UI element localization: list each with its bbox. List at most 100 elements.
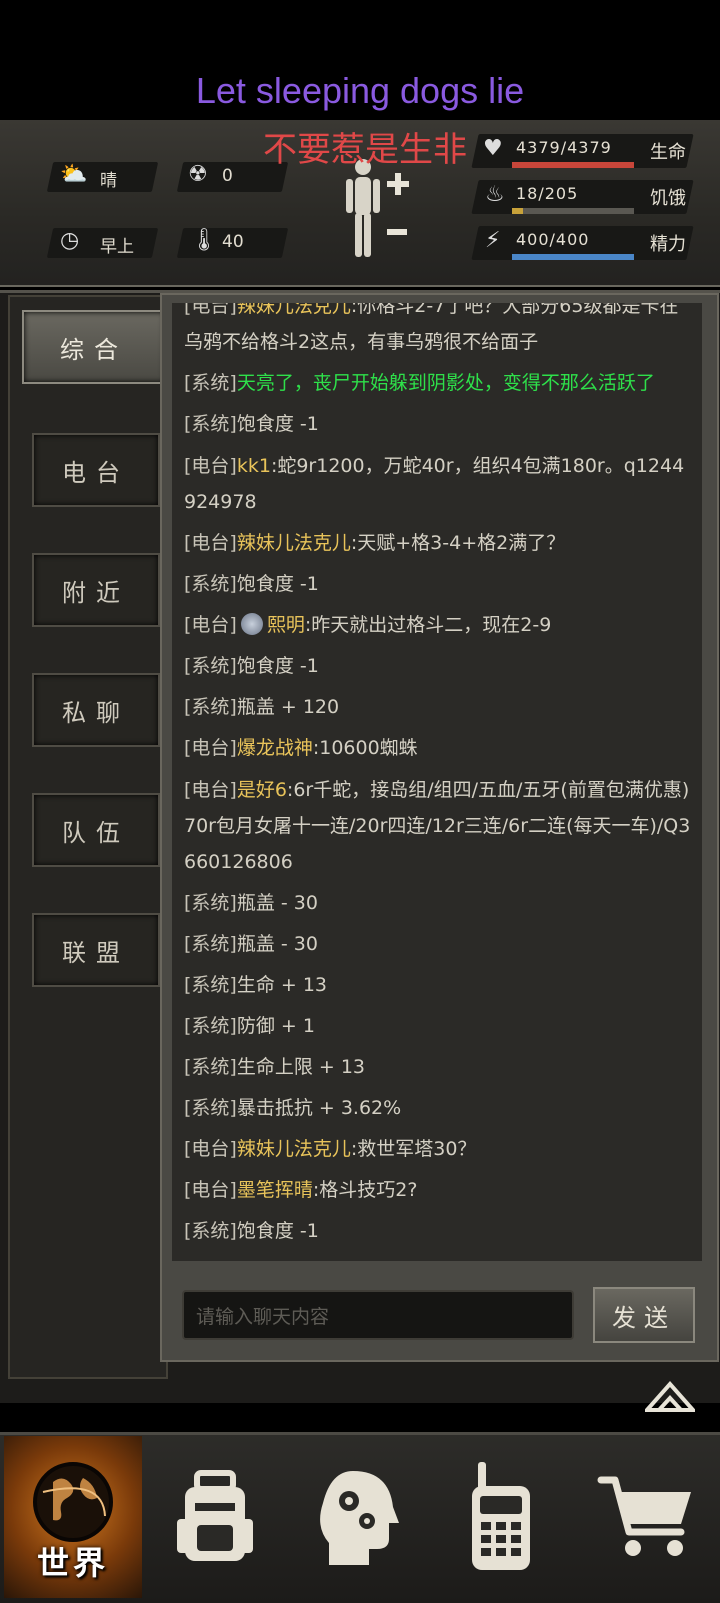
temperature-value: 40 (222, 232, 244, 252)
chat-message: [电台]爆龙战神:10600蜘蛛 (184, 728, 692, 769)
message-text: 天亮了，丧尸开始躲到阴影处，变得不那么活跃了 (236, 372, 655, 394)
message-channel-tag: [系统] (184, 372, 237, 394)
head-energy-icon: ⚡ (485, 228, 501, 253)
tab-nearby[interactable]: 附近 (32, 553, 160, 627)
message-channel-tag: [电台] (184, 455, 237, 477)
message-channel-tag: [电台] (184, 614, 237, 636)
message-sender[interactable]: 辣妹儿法克儿 (237, 303, 351, 317)
clock-icon: ◷ (60, 228, 80, 253)
chat-message: [系统]饱食度 -1 (184, 1211, 692, 1252)
message-channel-tag: [系统] (184, 1097, 237, 1119)
chat-message: [系统]暴击抵抗 + 3.62% (184, 1088, 692, 1129)
chat-message: [电台]是好6:6r千蛇，接岛组/组四/五血/五牙(前置包满优惠)70r包月女屠… (184, 769, 692, 883)
message-text: 饱食度 -1 (236, 573, 319, 595)
message-channel-tag: [系统] (184, 696, 237, 718)
caption-english: Let sleeping dogs lie (195, 70, 525, 111)
send-button[interactable]: 发送 (593, 1287, 695, 1343)
nav-shop[interactable] (578, 1436, 716, 1598)
message-channel-tag: [电台] (184, 303, 237, 317)
message-sender[interactable]: 墨笔挥晴 (237, 1179, 313, 1201)
message-channel-tag: [电台] (184, 532, 237, 554)
chat-message: [系统]瓶盖 - 30 (184, 883, 692, 924)
chat-log[interactable]: [电台]辣妹儿法克儿:你格斗2-7了吧？大部分65级都是卡在乌鸦不给格斗2这点，… (172, 303, 702, 1261)
message-text: :天赋+格3-4+格2满了？ (350, 532, 566, 554)
cart-icon (597, 1476, 691, 1556)
chat-message: [系统]饱食度 -1 (184, 564, 692, 605)
chat-message: [电台]辣妹儿法克儿:救世军塔30？ (184, 1129, 692, 1170)
message-text: 瓶盖 - 30 (236, 933, 318, 955)
nav-backpack[interactable] (146, 1436, 284, 1598)
message-channel-tag: [系统] (184, 573, 237, 595)
message-sender[interactable]: 辣妹儿法克儿 (237, 532, 351, 554)
message-text: :格斗技巧2? (312, 1179, 418, 1201)
chat-input[interactable]: 请输入聊天内容 (182, 1290, 574, 1340)
message-text: 饱食度 -1 (236, 413, 319, 435)
message-sender[interactable]: 熙明 (267, 614, 305, 636)
chat-message: [系统]天亮了，丧尸开始躲到阴影处，变得不那么活跃了 (184, 363, 692, 404)
hunger-bar-fill (512, 208, 523, 214)
chat-message: [系统]生命上限 + 13 (184, 1047, 692, 1088)
message-text: 生命 + 13 (236, 974, 328, 996)
energy-bar (512, 254, 634, 260)
energy-value: 400/400 (516, 230, 590, 249)
message-channel-tag: [系统] (184, 933, 237, 955)
message-text: :救世军塔30？ (350, 1138, 477, 1160)
message-text: 饱食度 -1 (236, 655, 319, 677)
tab-private[interactable]: 私聊 (32, 673, 160, 747)
message-channel-tag: [电台] (184, 1138, 237, 1160)
caption-chinese: 不要惹是生非 (263, 130, 467, 170)
time-value: 早上 (100, 237, 134, 257)
chat-message: [电台]kk1:蛇9r1200，万蛇40r，组织4包满180r。q1244924… (184, 445, 692, 523)
message-channel-tag: [系统] (184, 655, 237, 677)
message-text: 瓶盖 + 120 (236, 696, 340, 718)
message-text: 防御 + 1 (236, 1015, 315, 1037)
chat-message: [系统]瓶盖 - 30 (184, 924, 692, 965)
message-list: [电台]辣妹儿法克儿:你格斗2-7了吧？大部分65级都是卡在乌鸦不给格斗2这点，… (184, 303, 692, 1252)
thermometer-icon: 🌡 (190, 228, 218, 253)
message-sender[interactable]: 是好6 (237, 779, 287, 801)
energy-bar-fill (512, 254, 634, 260)
message-channel-tag: [电台] (184, 779, 237, 801)
message-text: 暴击抵抗 + 3.62% (236, 1097, 402, 1119)
chat-message: [电台]辣妹儿法克儿:天赋+格3-4+格2满了？ (184, 523, 692, 564)
hunger-value: 18/205 (516, 184, 579, 203)
hunger-label: 饥饿 (650, 188, 686, 209)
stomach-icon: ♨ (485, 182, 505, 207)
message-channel-tag: [系统] (184, 1220, 237, 1242)
backpack-icon (177, 1470, 253, 1561)
tab-team[interactable]: 队伍 (32, 793, 160, 867)
walkie-talkie-icon (472, 1462, 530, 1570)
chat-message: [系统]饱食度 -1 (184, 404, 692, 445)
message-channel-tag: [系统] (184, 1015, 237, 1037)
nav-world[interactable]: 世界 (4, 1436, 142, 1598)
chat-message: [电台]墨笔挥晴:格斗技巧2? (184, 1170, 692, 1211)
hunger-bar (512, 208, 634, 214)
chat-message: [系统]瓶盖 + 120 (184, 687, 692, 728)
minus-icon (387, 229, 407, 235)
chat-message: [电台] 熙明:昨天就出过格斗二，现在2-9 (184, 605, 692, 646)
message-channel-tag: [电台] (184, 1179, 237, 1201)
message-text: 生命上限 + 13 (236, 1056, 366, 1078)
tab-general[interactable]: 综合 (22, 310, 166, 384)
message-sender[interactable]: 爆龙战神 (237, 737, 313, 759)
message-text: :10600蜘蛛 (312, 737, 418, 759)
message-channel-tag: [系统] (184, 974, 237, 996)
message-text: 饱食度 -1 (236, 1220, 319, 1242)
tab-alliance[interactable]: 联盟 (32, 913, 160, 987)
message-channel-tag: [系统] (184, 1056, 237, 1078)
user-avatar-icon[interactable] (240, 613, 263, 635)
globe-icon (33, 1462, 113, 1542)
message-sender[interactable]: 辣妹儿法克儿 (237, 1138, 351, 1160)
tab-radio[interactable]: 电台 (32, 433, 160, 507)
collapse-up-icon[interactable] (645, 1378, 695, 1412)
message-text: 瓶盖 - 30 (236, 892, 318, 914)
chat-message: [系统]防御 + 1 (184, 1006, 692, 1047)
chat-message: [系统]生命 + 13 (184, 965, 692, 1006)
nav-radio[interactable] (432, 1436, 570, 1598)
character-body-button[interactable] (343, 155, 443, 265)
message-sender[interactable]: kk1 (237, 455, 271, 477)
nav-world-label: 世界 (36, 1544, 109, 1582)
message-channel-tag: [系统] (184, 892, 237, 914)
nav-skills[interactable] (290, 1436, 428, 1598)
head-gears-icon (320, 1471, 399, 1565)
